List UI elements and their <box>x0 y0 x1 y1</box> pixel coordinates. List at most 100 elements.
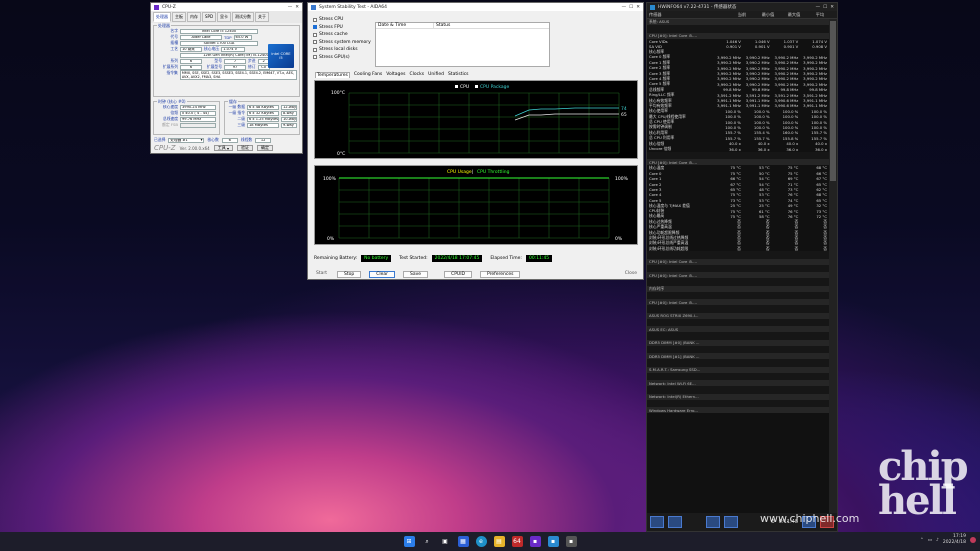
aida64-badge: 64 <box>513 538 521 545</box>
reset-icon[interactable] <box>724 516 738 528</box>
widgets-icon[interactable]: ▦ <box>457 536 469 547</box>
sensor-group-header[interactable]: CPU [#0]: Intel Core i5-... <box>647 258 829 265</box>
stress-cache-checkbox[interactable]: Stress cache <box>313 31 373 39</box>
cpuz-taskbar-icon[interactable]: ▪ <box>529 536 541 547</box>
sensor-group-header[interactable]: DDR5 DIMM [#0] (BANK ... <box>647 339 829 346</box>
col-avg[interactable]: 平均 <box>807 12 833 18</box>
processor-select[interactable]: 处理器 #1 ▾ <box>168 137 205 143</box>
task-view-icon[interactable]: ▣ <box>440 536 451 547</box>
file-explorer-icon[interactable]: ▤ <box>493 536 505 547</box>
sensor-group-header[interactable]: Windows Hardware Erro... <box>647 407 829 414</box>
search-icon[interactable]: ⌕ <box>422 536 433 547</box>
tab-voltages[interactable]: Voltages <box>386 72 405 78</box>
col-current[interactable]: 当前 <box>729 12 755 18</box>
tab-cooling-fans[interactable]: Cooling Fans <box>354 72 382 78</box>
tab-memory[interactable]: 内存 <box>187 12 201 22</box>
minimize-icon[interactable]: — <box>622 5 627 10</box>
close-button[interactable]: Close <box>625 271 637 278</box>
validate-button[interactable]: 验证 <box>237 145 254 151</box>
chevron-up-icon[interactable]: ⌃ <box>920 538 924 543</box>
close-icon[interactable]: ✕ <box>295 5 299 10</box>
tab-about[interactable]: 关于 <box>255 12 270 22</box>
tab-spd[interactable]: SPD <box>202 12 217 22</box>
sensor-group-header[interactable]: ASUS EC: ASUS <box>647 326 829 333</box>
sensor-row[interactable]: Core 0 75 °C 50 °C 75 °C 66 °C <box>647 171 829 176</box>
aida-titlebar[interactable]: System Stability Test - AIDA64 — ☐ ✕ <box>308 3 643 11</box>
sensor-group-header[interactable]: CPU [#0]: Intel Core i5-... <box>647 32 829 39</box>
sensor-group-gap <box>647 25 829 33</box>
edge-icon[interactable]: e <box>475 536 487 547</box>
maximize-icon[interactable]: ☐ <box>629 5 633 10</box>
sensor-group-header[interactable]: CPU [#0]: Intel Core i5-... <box>647 299 829 306</box>
aida64-taskbar-icon[interactable]: 64 <box>511 536 523 547</box>
tab-graphics[interactable]: 显卡 <box>217 12 232 22</box>
hwinfo-taskbar-icon[interactable]: ▪ <box>547 536 559 547</box>
stress-memory-checkbox[interactable]: Stress system memory <box>313 39 373 47</box>
tools-button[interactable]: 工具 ▾ <box>213 145 234 151</box>
sensor-row[interactable]: 封装/环形总线功耗超限 否 否 否 否 <box>647 246 829 251</box>
tab-processor[interactable]: 处理器 <box>153 12 171 22</box>
maximize-icon[interactable]: ☐ <box>823 5 827 10</box>
sensor-group-header[interactable]: Network: Intel(R) Ethern... <box>647 393 829 400</box>
sensor-value: 100.0 % <box>811 124 827 130</box>
date-column-header[interactable]: Date & Time <box>376 23 434 28</box>
stress-cpu-checkbox[interactable]: Stress CPU <box>313 16 373 24</box>
sensor-row[interactable]: Core 4 75 °C 53 °C 76 °C 68 °C <box>647 192 829 197</box>
minimize-icon[interactable]: — <box>816 5 821 10</box>
stress-gpu-checkbox[interactable]: Stress GPU(s) <box>313 54 373 62</box>
start-icon[interactable]: ⊞ <box>403 536 415 547</box>
sensor-row[interactable]: Uncore 倍频 36.0 x 36.0 x 36.0 x 36.0 x <box>647 146 829 151</box>
close-icon[interactable]: ✕ <box>830 5 834 10</box>
sensor-row[interactable]: Core VIDs 1.046 V 1.046 V 1.037 V 1.074 V <box>647 39 829 44</box>
tab-statistics[interactable]: Statistics <box>448 72 469 78</box>
cpuid-button[interactable]: CPUID <box>444 271 473 278</box>
preferences-button[interactable]: Preferences <box>480 271 521 278</box>
sensor-value: 66 °C <box>730 176 741 182</box>
sensor-group-header[interactable]: Network: Intel Wi-Fi 6E... <box>647 380 829 387</box>
stress-fpu-checkbox[interactable]: Stress FPU <box>313 24 373 32</box>
battery-label: Remaining Battery: <box>314 256 358 261</box>
sensor-settings-icon[interactable] <box>706 516 720 528</box>
sensor-group-header[interactable]: S.M.A.R.T.: Samsung SSD... <box>647 366 829 373</box>
sensor-row[interactable]: Core 1 66 °C 54 °C 69 °C 67 °C <box>647 176 829 181</box>
scrollbar-thumb[interactable] <box>830 21 836 181</box>
close-icon[interactable]: ✕ <box>636 5 640 10</box>
stress-disks-checkbox[interactable]: Stress local disks <box>313 46 373 54</box>
tab-temperatures[interactable]: Temperatures <box>315 72 350 78</box>
save-button[interactable]: Save <box>403 271 429 278</box>
status-column-header[interactable]: Status <box>434 23 452 28</box>
col-sensor[interactable]: 传感器 <box>647 12 729 18</box>
tab-mainboard[interactable]: 主板 <box>172 12 186 22</box>
tab-bench[interactable]: 测试分数 <box>232 12 255 22</box>
col-min[interactable]: 最小值 <box>755 12 781 18</box>
sensor-group-header[interactable]: DDR5 DIMM [#1] (BANK ... <box>647 353 829 360</box>
sensor-group-header[interactable]: ASUS ROG STRIX Z690-I... <box>647 312 829 319</box>
sensor-row[interactable]: 核心温度 75 °C 53 °C 75 °C 68 °C <box>647 165 829 170</box>
col-max[interactable]: 最大值 <box>781 12 807 18</box>
cpuz-titlebar[interactable]: CPU-Z — ✕ <box>151 3 302 11</box>
volume-icon[interactable]: ♪ <box>936 538 939 543</box>
sensor-scrollbar[interactable] <box>829 19 837 513</box>
nav-forward-icon[interactable] <box>668 516 682 528</box>
notification-icon[interactable] <box>970 537 976 543</box>
sensor-value: 0.901 V <box>783 44 799 50</box>
sensor-group-header[interactable]: 系统: ASUS <box>647 19 829 25</box>
sensor-value: 160.0 % <box>782 130 799 136</box>
minimize-icon[interactable]: — <box>288 5 293 10</box>
sensor-group-header[interactable]: 内存时序 <box>647 285 829 292</box>
app-taskbar-icon[interactable]: ▪ <box>565 536 577 547</box>
sensor-row[interactable]: Core 2 67 °C 54 °C 71 °C 65 °C <box>647 181 829 187</box>
start-button[interactable]: Start <box>314 271 329 278</box>
tray-clock[interactable]: 17:19 2022/4/18 <box>943 534 966 546</box>
tab-clocks[interactable]: Clocks <box>410 72 425 78</box>
network-icon[interactable]: ▭ <box>928 538 932 543</box>
nav-back-icon[interactable] <box>650 516 664 528</box>
hwinfo-titlebar[interactable]: HWiNFO64 v7.22-4731 - 传感器状态 — ☐ ✕ <box>647 3 837 11</box>
tab-unified[interactable]: Unified <box>428 72 444 78</box>
sensor-group-header[interactable]: CPU [#0]: Intel Core i5-... <box>647 272 829 279</box>
stop-button[interactable]: Stop <box>337 271 362 278</box>
sensor-row[interactable]: Core 3 65 °C 48 °C 73 °C 62 °C <box>647 187 829 192</box>
clear-button[interactable]: Clear <box>369 271 396 278</box>
sensor-value: 3,990.2 MHz <box>803 65 827 71</box>
ok-button[interactable]: 确定 <box>257 145 274 151</box>
